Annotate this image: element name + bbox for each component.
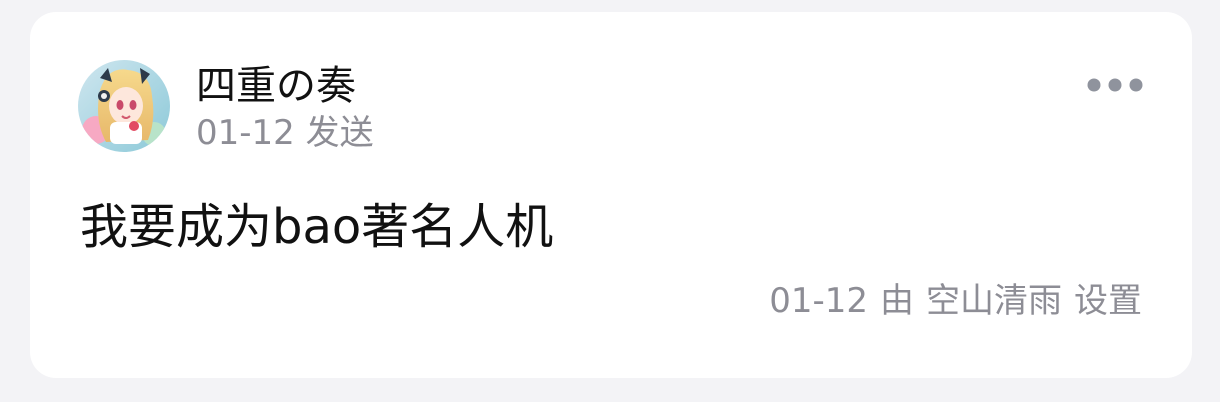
by-label: 由 [880, 281, 914, 321]
essence-set-info: 01-12 由 空山清雨 设置 [769, 280, 1142, 322]
author-name[interactable]: 四重の奏 [196, 62, 356, 110]
more-options-button[interactable] [1082, 70, 1148, 100]
settings-label: 设置 [1074, 281, 1142, 321]
more-dots-icon [1087, 78, 1143, 92]
post-card: 四重の奏 01-12 发送 我要成为bao著名人机 01-12 由 空山清雨 设… [30, 12, 1192, 378]
post-content: 我要成为bao著名人机 [80, 199, 554, 255]
set-date: 01-12 [769, 281, 868, 321]
post-time: 01-12 发送 [196, 113, 374, 153]
anime-girl-avatar-icon [78, 60, 170, 152]
setter-name[interactable]: 空山清雨 [926, 280, 1062, 322]
avatar[interactable] [78, 60, 170, 152]
